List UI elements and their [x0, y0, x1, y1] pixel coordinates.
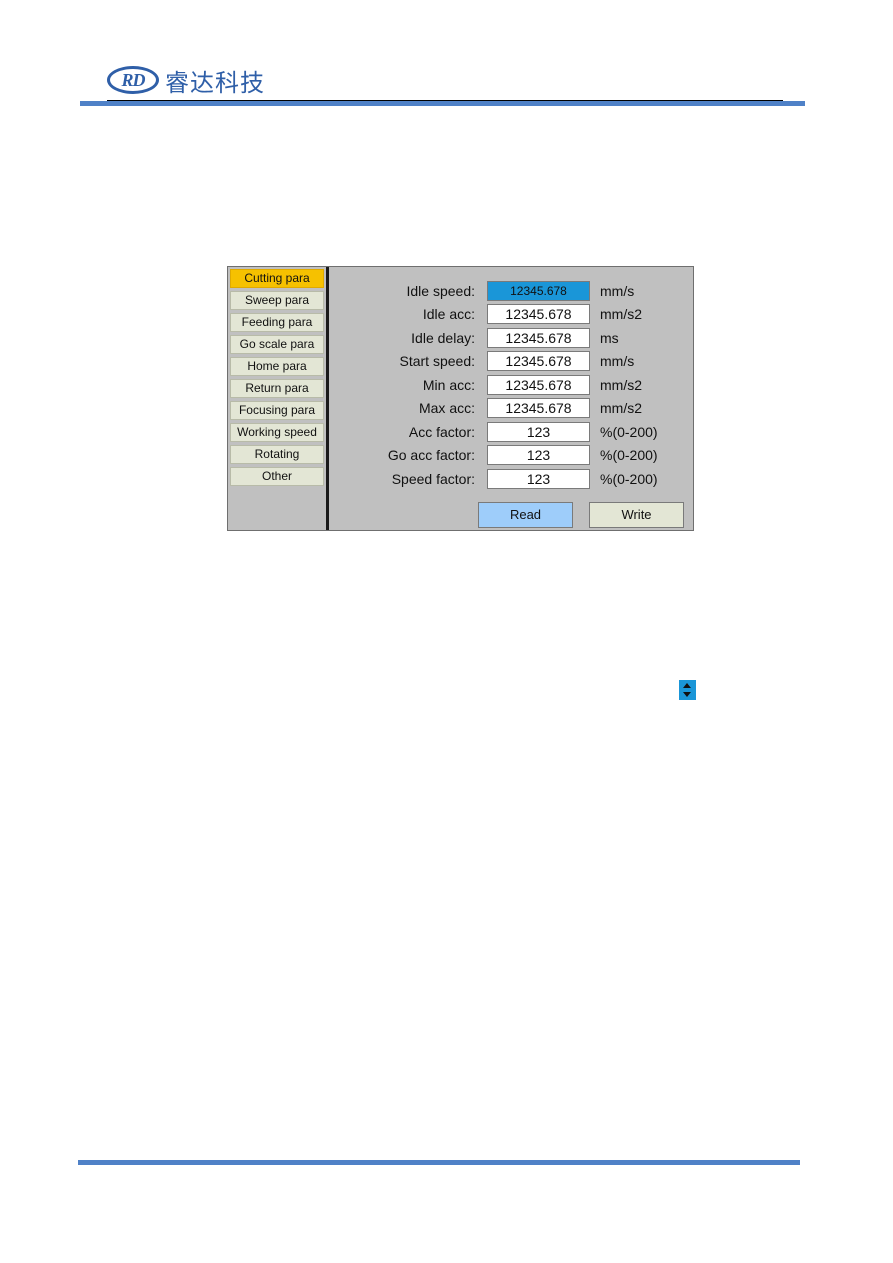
sidebar-item-sweep-para[interactable]: Sweep para [230, 291, 324, 310]
go-acc-factor-input[interactable]: 123 [487, 445, 590, 465]
company-name: 睿达科技 [165, 68, 265, 97]
field-unit: mm/s2 [600, 400, 642, 416]
field-row-idle-acc: Idle acc: 12345.678 mm/s2 [329, 304, 693, 324]
field-row-idle-speed: Idle speed: 12345.678 mm/s [329, 281, 693, 301]
field-row-speed-factor: Speed factor: 123 %(0-200) [329, 469, 693, 489]
field-label: Min acc: [422, 377, 475, 393]
field-unit: %(0-200) [600, 471, 658, 487]
field-unit: ms [600, 330, 619, 346]
header-rule-blue [80, 101, 805, 106]
arrow-down-icon [683, 692, 691, 697]
field-label: Speed factor: [391, 471, 475, 487]
field-label: Start speed: [399, 353, 476, 369]
company-logo: RD 睿达科技 [107, 64, 265, 97]
footer-rule-blue [78, 1160, 800, 1165]
sidebar-item-feeding-para[interactable]: Feeding para [230, 313, 324, 332]
field-row-acc-factor: Acc factor: 123 %(0-200) [329, 422, 693, 442]
acc-factor-input[interactable]: 123 [487, 422, 590, 442]
field-unit: %(0-200) [600, 424, 658, 440]
sidebar-item-focusing-para[interactable]: Focusing para [230, 401, 324, 420]
idle-delay-input[interactable]: 12345.678 [487, 328, 590, 348]
field-row-go-acc-factor: Go acc factor: 123 %(0-200) [329, 445, 693, 465]
field-row-max-acc: Max acc: 12345.678 mm/s2 [329, 398, 693, 418]
field-row-min-acc: Min acc: 12345.678 mm/s2 [329, 375, 693, 395]
field-unit: %(0-200) [600, 447, 658, 463]
write-button[interactable]: Write [589, 502, 684, 528]
idle-acc-input[interactable]: 12345.678 [487, 304, 590, 324]
cutting-parameters-panel: Cutting para Sweep para Feeding para Go … [227, 266, 694, 531]
field-unit: mm/s2 [600, 306, 642, 322]
parameter-form: Idle speed: 12345.678 mm/s Idle acc: 123… [329, 267, 693, 530]
field-label: Max acc: [418, 400, 475, 416]
field-label: Go acc factor: [387, 447, 475, 463]
field-label: Acc factor: [408, 424, 475, 440]
max-acc-input[interactable]: 12345.678 [487, 398, 590, 418]
field-row-idle-delay: Idle delay: 12345.678 ms [329, 328, 693, 348]
field-unit: mm/s2 [600, 377, 642, 393]
sidebar-item-home-para[interactable]: Home para [230, 357, 324, 376]
sidebar-item-cutting-para[interactable]: Cutting para [230, 269, 324, 288]
read-button[interactable]: Read [478, 502, 573, 528]
sidebar-item-working-speed[interactable]: Working speed [230, 423, 324, 442]
sidebar-item-go-scale-para[interactable]: Go scale para [230, 335, 324, 354]
arrow-up-icon [683, 683, 691, 688]
sidebar-item-other[interactable]: Other [230, 467, 324, 486]
start-speed-input[interactable]: 12345.678 [487, 351, 590, 371]
field-unit: mm/s [600, 353, 635, 369]
parameter-sidebar: Cutting para Sweep para Feeding para Go … [228, 267, 326, 530]
speed-factor-input[interactable]: 123 [487, 469, 590, 489]
sidebar-item-return-para[interactable]: Return para [230, 379, 324, 398]
field-label: Idle acc: [422, 306, 475, 322]
field-label: Idle delay: [411, 330, 475, 346]
field-unit: mm/s [600, 283, 635, 299]
sidebar-item-rotating[interactable]: Rotating [230, 445, 324, 464]
field-row-start-speed: Start speed: 12345.678 mm/s [329, 351, 693, 371]
up-down-arrows-icon [679, 680, 696, 700]
field-label: Idle speed: [406, 283, 476, 299]
min-acc-input[interactable]: 12345.678 [487, 375, 590, 395]
rd-logo-icon: RD [107, 66, 159, 94]
idle-speed-input[interactable]: 12345.678 [487, 281, 590, 301]
